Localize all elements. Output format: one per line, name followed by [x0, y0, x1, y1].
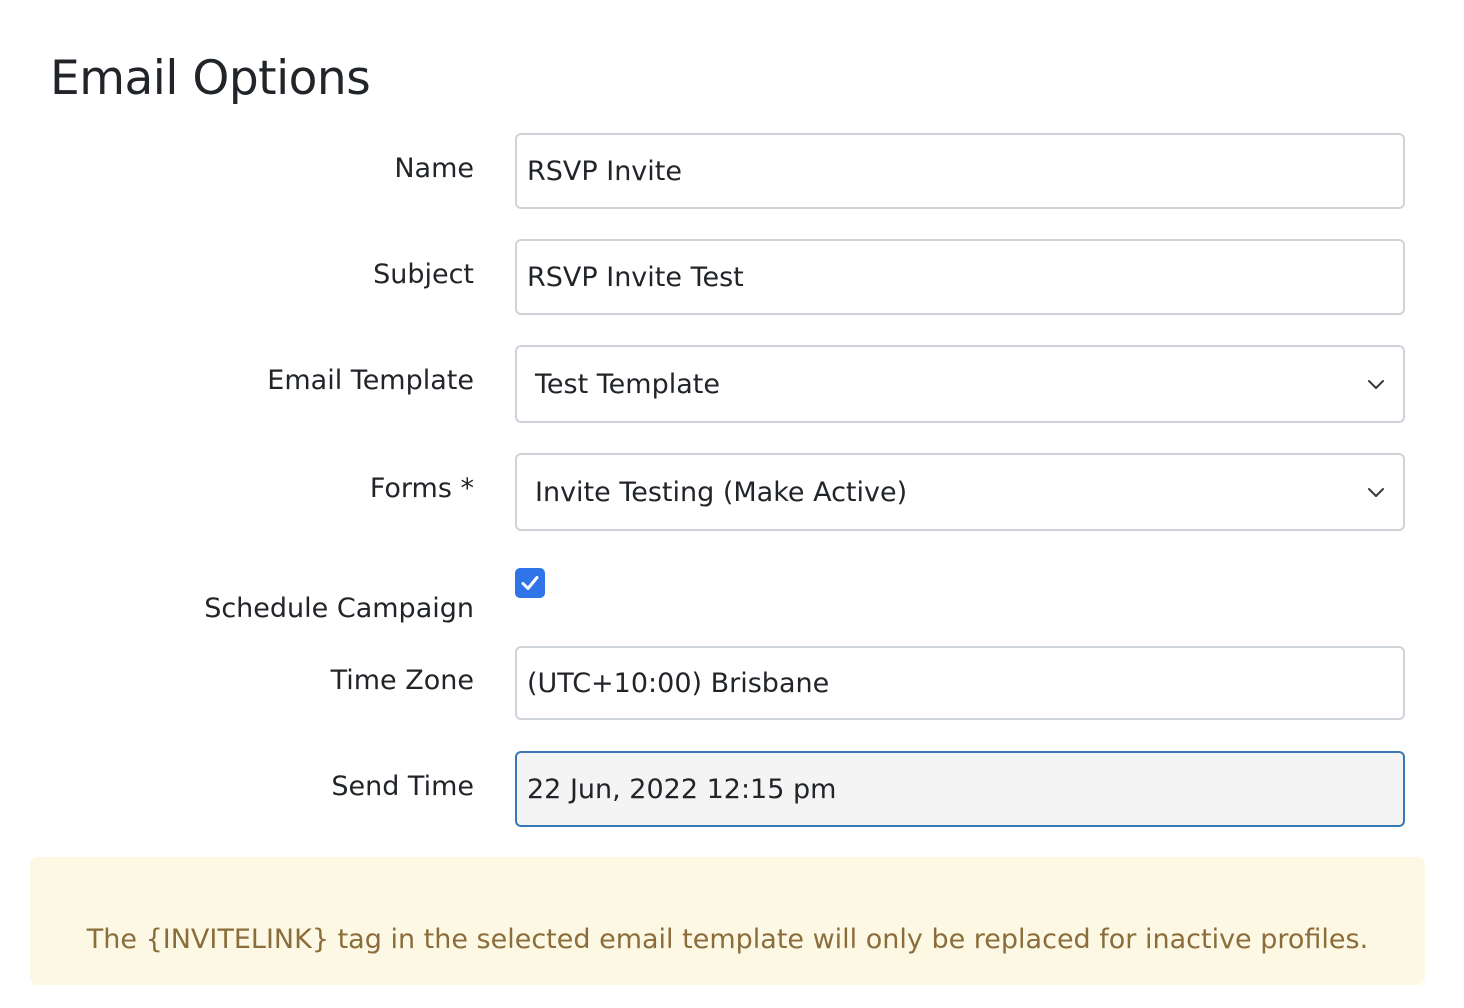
email-template-label: Email Template [267, 364, 474, 396]
forms-selected-value: Invite Testing (Make Active) [535, 476, 908, 508]
email-template-row: Email Template Test Template [0, 345, 1464, 423]
forms-select[interactable]: Invite Testing (Make Active) [515, 453, 1405, 531]
time-zone-row: Time Zone [0, 646, 1464, 722]
subject-label: Subject [373, 258, 474, 290]
subject-input[interactable] [515, 239, 1405, 315]
checkmark-icon [519, 572, 541, 594]
name-row: Name [0, 133, 1464, 209]
schedule-campaign-row: Schedule Campaign [0, 568, 1464, 644]
chevron-down-icon [1367, 375, 1385, 393]
forms-label: Forms * [369, 472, 474, 504]
time-zone-input[interactable] [515, 646, 1405, 720]
name-input[interactable] [515, 133, 1405, 209]
schedule-campaign-label: Schedule Campaign [204, 593, 474, 624]
forms-row: Forms * Invite Testing (Make Active) [0, 453, 1464, 531]
subject-row: Subject [0, 239, 1464, 315]
name-label: Name [394, 152, 474, 184]
email-template-selected-value: Test Template [535, 368, 720, 400]
schedule-campaign-checkbox[interactable] [515, 568, 545, 598]
send-time-input[interactable] [515, 751, 1405, 827]
page-title: Email Options [50, 51, 371, 106]
chevron-down-icon [1367, 483, 1385, 501]
email-template-select[interactable]: Test Template [515, 345, 1405, 423]
time-zone-label: Time Zone [330, 664, 474, 696]
send-time-row: Send Time [0, 751, 1464, 827]
send-time-label: Send Time [331, 770, 474, 802]
alert-message: The {INVITELINK} tag in the selected ema… [86, 924, 1369, 955]
warning-alert: The {INVITELINK} tag in the selected ema… [30, 857, 1425, 985]
